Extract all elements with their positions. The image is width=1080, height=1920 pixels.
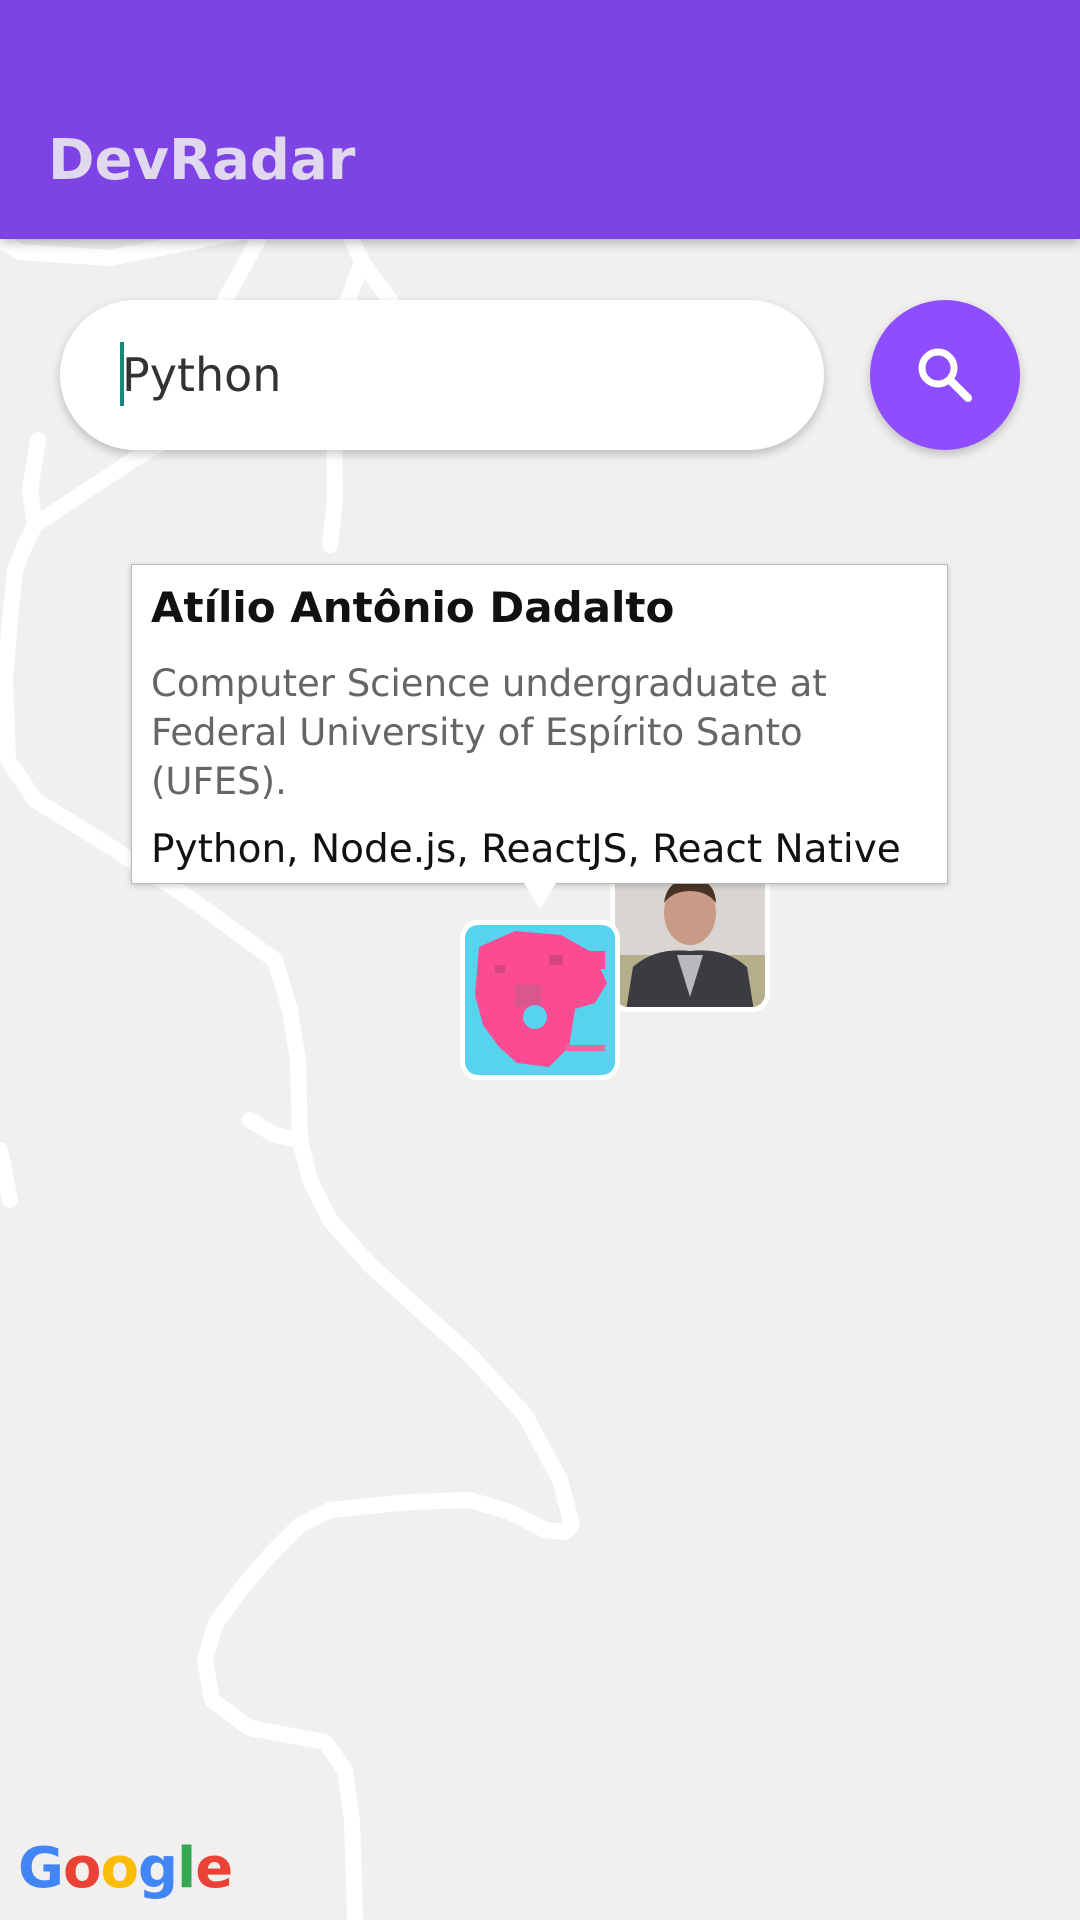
map-road	[322, 432, 343, 553]
app-bar: DevRadar	[0, 0, 1080, 239]
app-title: DevRadar	[48, 128, 356, 193]
map-road	[0, 1142, 18, 1208]
google-logo-letter: g	[137, 1836, 178, 1901]
search-input[interactable]	[122, 300, 782, 450]
developer-marker[interactable]	[610, 862, 770, 1012]
callout-pointer	[524, 883, 556, 909]
developer-marker-selected[interactable]	[460, 920, 620, 1080]
google-logo: Google	[18, 1836, 233, 1901]
search-box[interactable]	[60, 300, 824, 450]
google-logo-letter: G	[18, 1836, 64, 1901]
developer-photo-avatar	[615, 867, 765, 1007]
developer-name: Atílio Antônio Dadalto	[151, 583, 675, 632]
search-button[interactable]	[870, 300, 1020, 450]
google-logo-letter: o	[100, 1836, 138, 1901]
map-road	[197, 1112, 580, 1920]
map-road	[217, 232, 266, 308]
developer-techs: Python, Node.js, ReactJS, React Native	[151, 827, 901, 872]
search-icon	[918, 348, 972, 402]
google-logo-letter: e	[195, 1836, 233, 1901]
pink-cyan-pixel-avatar	[465, 925, 615, 1075]
map-road	[340, 232, 398, 308]
google-logo-text: Google	[18, 1836, 233, 1901]
developer-bio: Computer Science undergraduate at Federa…	[151, 662, 827, 803]
google-logo-letter: o	[62, 1836, 101, 1901]
developer-callout[interactable]: Atílio Antônio Dadalto Computer Science …	[131, 564, 948, 884]
google-logo-letter: l	[177, 1836, 196, 1901]
